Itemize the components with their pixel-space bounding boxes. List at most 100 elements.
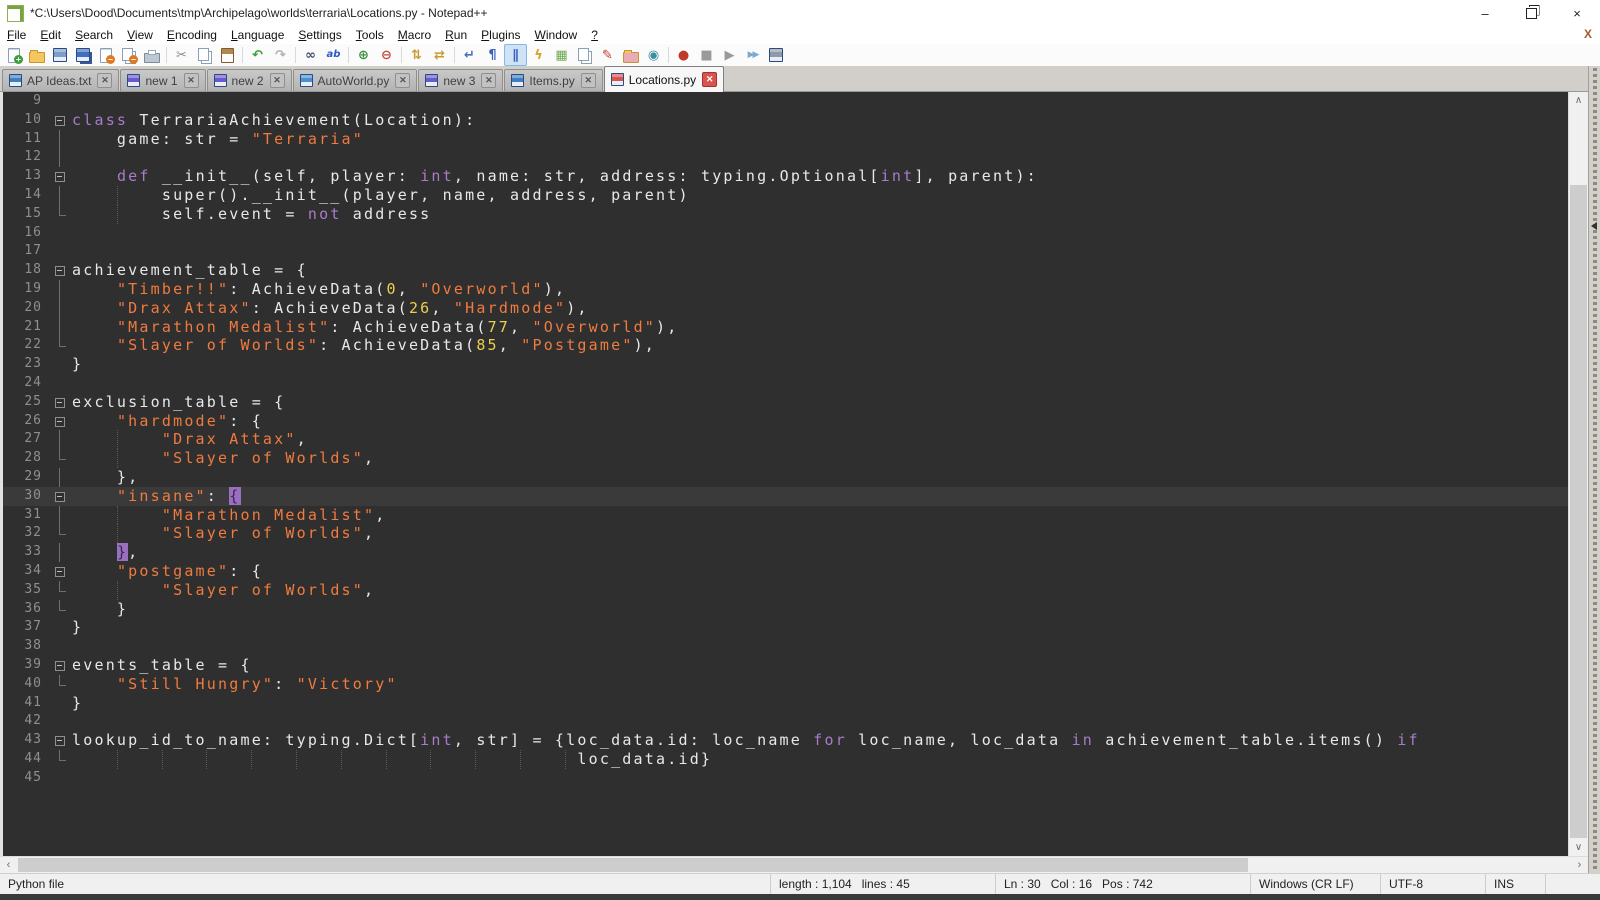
copy-button[interactable] bbox=[193, 44, 216, 66]
code-line[interactable]: 35 "Slayer of Worlds", bbox=[3, 581, 1568, 600]
document-list-button[interactable] bbox=[573, 44, 596, 66]
code-line[interactable]: 43lookup_id_to_name: typing.Dict[int, st… bbox=[3, 731, 1568, 750]
macro-save-button[interactable] bbox=[764, 44, 787, 66]
menu-window[interactable]: Window bbox=[528, 27, 585, 43]
code-line[interactable]: 10class TerrariaAchievement(Location): bbox=[3, 111, 1568, 130]
menu-search[interactable]: Search bbox=[68, 27, 120, 43]
code-line[interactable]: 24 bbox=[3, 374, 1568, 393]
code-line[interactable]: 28 "Slayer of Worlds", bbox=[3, 449, 1568, 468]
document-map-button[interactable]: ▦ bbox=[550, 44, 573, 66]
vertical-scrollbar-thumb[interactable] bbox=[1570, 185, 1587, 838]
code-line[interactable]: 30 "insane": { bbox=[3, 487, 1568, 506]
code-line[interactable]: 25exclusion_table = { bbox=[3, 393, 1568, 412]
status-insert-mode[interactable]: INS bbox=[1485, 874, 1545, 894]
scroll-down-arrow[interactable]: ∨ bbox=[1569, 839, 1588, 856]
define-language-button[interactable]: ϟ bbox=[527, 44, 550, 66]
code-line[interactable]: 22 "Slayer of Worlds": AchieveData(85, "… bbox=[3, 336, 1568, 355]
code-line[interactable]: 34 "postgame": { bbox=[3, 562, 1568, 581]
redo-button[interactable]: ↷ bbox=[269, 44, 292, 66]
scroll-up-arrow[interactable]: ∧ bbox=[1569, 92, 1588, 109]
dock-splitter[interactable] bbox=[1588, 66, 1600, 873]
macro-play-button[interactable]: ▶ bbox=[718, 44, 741, 66]
editor[interactable]: 910class TerrariaAchievement(Location):1… bbox=[0, 92, 1588, 856]
find-button[interactable]: ∞ bbox=[299, 44, 322, 66]
tab-close-icon[interactable]: ✕ bbox=[481, 73, 496, 88]
code-line[interactable]: 19 "Timber!!": AchieveData(0, "Overworld… bbox=[3, 280, 1568, 299]
undo-button[interactable]: ↶ bbox=[246, 44, 269, 66]
save-all-button[interactable] bbox=[71, 44, 94, 66]
code-pane[interactable]: 910class TerrariaAchievement(Location):1… bbox=[3, 92, 1568, 856]
code-line[interactable]: 20 "Drax Attax": AchieveData(26, "Hardmo… bbox=[3, 299, 1568, 318]
tab-locations-py[interactable]: Locations.py✕ bbox=[604, 66, 724, 92]
code-line[interactable]: 32 "Slayer of Worlds", bbox=[3, 524, 1568, 543]
menu-plugins[interactable]: Plugins bbox=[474, 27, 527, 43]
tab-ap-ideas-txt[interactable]: AP Ideas.txt✕ bbox=[2, 69, 119, 91]
code-line[interactable]: 33 }, bbox=[3, 543, 1568, 562]
tab-new-2[interactable]: new 2✕ bbox=[207, 69, 292, 91]
menu-view[interactable]: View bbox=[120, 27, 160, 43]
close-all-button[interactable]: − bbox=[117, 44, 140, 66]
code-line[interactable]: 42 bbox=[3, 712, 1568, 731]
menu-run[interactable]: Run bbox=[438, 27, 474, 43]
close-button[interactable]: × bbox=[1554, 0, 1600, 26]
tab-close-icon[interactable]: ✕ bbox=[184, 73, 199, 88]
show-all-characters-button[interactable]: ¶ bbox=[481, 44, 504, 66]
code-line[interactable]: 37} bbox=[3, 618, 1568, 637]
code-line[interactable]: 36 } bbox=[3, 600, 1568, 619]
menu-file[interactable]: File bbox=[0, 27, 33, 43]
code-line[interactable]: 26 "hardmode": { bbox=[3, 412, 1568, 431]
code-line[interactable]: 12 bbox=[3, 148, 1568, 167]
tab-close-icon[interactable]: ✕ bbox=[702, 72, 717, 87]
code-line[interactable]: 14 super().__init__(player, name, addres… bbox=[3, 186, 1568, 205]
fold-toggle[interactable] bbox=[48, 656, 72, 675]
show-indent-guide-button[interactable]: ∥ bbox=[504, 44, 527, 66]
macro-record-button[interactable]: ● bbox=[672, 44, 695, 66]
code-line[interactable]: 17 bbox=[3, 242, 1568, 261]
menu-[interactable]: ? bbox=[584, 27, 605, 43]
zoom-in-button[interactable]: ⊕ bbox=[352, 44, 375, 66]
fold-toggle[interactable] bbox=[48, 731, 72, 750]
horizontal-scrollbar-thumb[interactable] bbox=[18, 858, 1248, 872]
fold-toggle[interactable] bbox=[48, 487, 72, 506]
dock-collapse-arrow-icon[interactable] bbox=[1591, 222, 1597, 230]
word-wrap-button[interactable]: ↵ bbox=[458, 44, 481, 66]
folder-as-workspace-button[interactable] bbox=[619, 44, 642, 66]
code-line[interactable]: 15 self.event = not address bbox=[3, 205, 1568, 224]
restore-button[interactable] bbox=[1508, 0, 1554, 26]
code-line[interactable]: 40 "Still Hungry": "Victory" bbox=[3, 675, 1568, 694]
sync-vertical-button[interactable]: ⇅ bbox=[405, 44, 428, 66]
menu-edit[interactable]: Edit bbox=[33, 27, 68, 43]
minimize-button[interactable]: – bbox=[1462, 0, 1508, 26]
paste-button[interactable] bbox=[216, 44, 239, 66]
code-line[interactable]: 27 "Drax Attax", bbox=[3, 430, 1568, 449]
tab-new-3[interactable]: new 3✕ bbox=[418, 69, 503, 91]
fold-toggle[interactable] bbox=[48, 167, 72, 186]
close-file-button[interactable]: − bbox=[94, 44, 117, 66]
horizontal-scrollbar[interactable]: ‹ › bbox=[0, 856, 1588, 873]
menu-settings[interactable]: Settings bbox=[291, 27, 348, 43]
code-line[interactable]: 16 bbox=[3, 224, 1568, 243]
code-line[interactable]: 13 def __init__(self, player: int, name:… bbox=[3, 167, 1568, 186]
function-list-button[interactable]: ✎ bbox=[596, 44, 619, 66]
code-line[interactable]: 29 }, bbox=[3, 468, 1568, 487]
new-file-button[interactable]: + bbox=[2, 44, 25, 66]
fold-toggle[interactable] bbox=[48, 261, 72, 280]
scroll-right-arrow[interactable]: › bbox=[1571, 857, 1588, 873]
replace-button[interactable]: ab bbox=[322, 44, 345, 66]
tab-new-1[interactable]: new 1✕ bbox=[120, 69, 205, 91]
code-line[interactable]: 38 bbox=[3, 637, 1568, 656]
code-line[interactable]: 44 loc_data.id} bbox=[3, 750, 1568, 769]
tab-autoworld-py[interactable]: AutoWorld.py✕ bbox=[293, 69, 418, 91]
tab-close-icon[interactable]: ✕ bbox=[581, 73, 596, 88]
tab-close-icon[interactable]: ✕ bbox=[97, 73, 112, 88]
fold-toggle[interactable] bbox=[48, 562, 72, 581]
code-line[interactable]: 23} bbox=[3, 355, 1568, 374]
monitoring-button[interactable]: ◉ bbox=[642, 44, 665, 66]
tab-close-icon[interactable]: ✕ bbox=[395, 73, 410, 88]
code-line[interactable]: 39events_table = { bbox=[3, 656, 1568, 675]
macro-stop-button[interactable]: ■ bbox=[695, 44, 718, 66]
code-line[interactable]: 18achievement_table = { bbox=[3, 261, 1568, 280]
cut-button[interactable]: ✂ bbox=[170, 44, 193, 66]
code-line[interactable]: 11 game: str = "Terraria" bbox=[3, 130, 1568, 149]
fold-toggle[interactable] bbox=[48, 412, 72, 431]
